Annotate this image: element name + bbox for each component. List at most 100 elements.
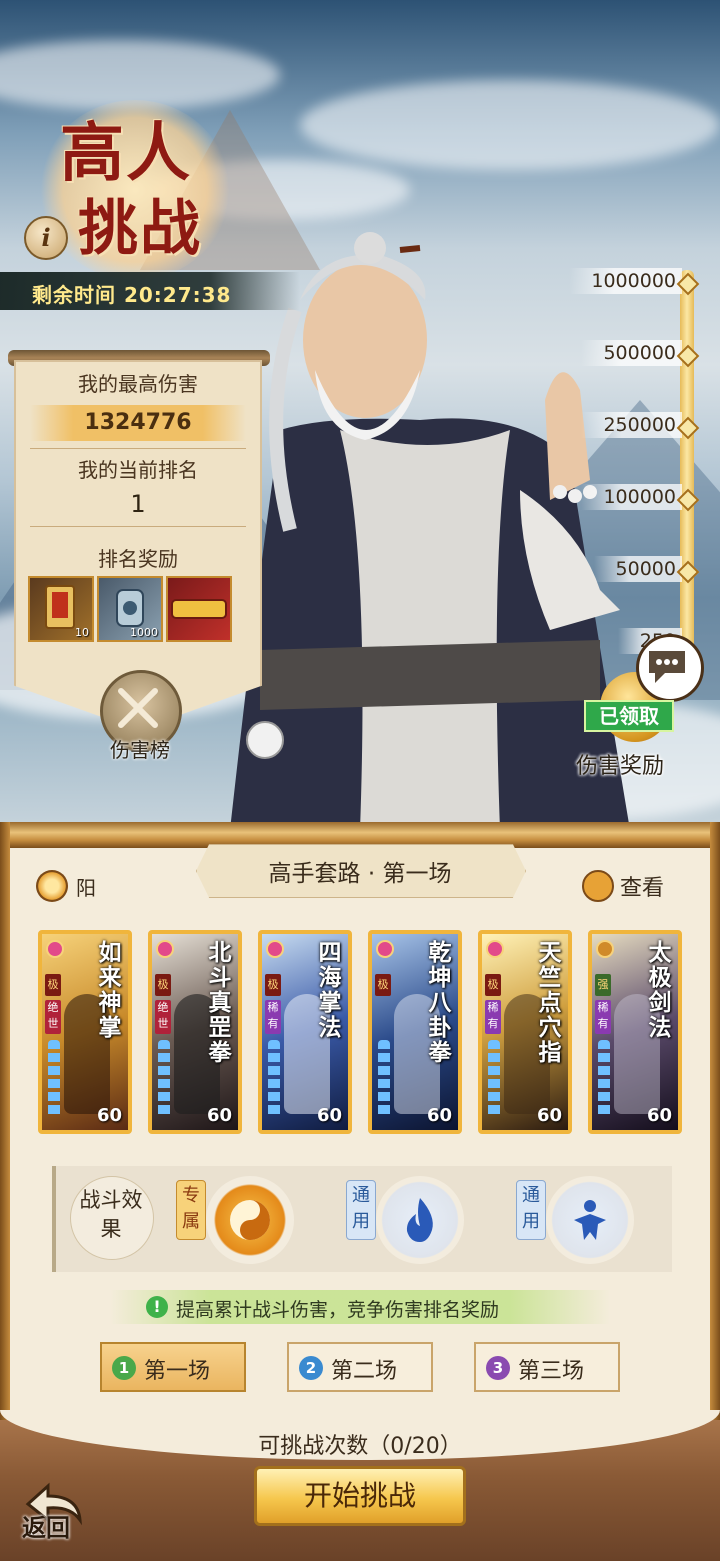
blue-flame-icon [406,1198,433,1242]
claimed-badge: 已领取 [584,700,674,732]
grade-badge: 强 [595,974,611,996]
general-effect-button-2[interactable] [546,1176,634,1264]
exclamation-icon: ! [146,1296,168,1318]
damage-reward-label[interactable]: 伤害奖励 [576,748,664,780]
rarity-badge: 稀有 [485,1000,501,1034]
attempts-remaining: 可挑战次数（0/20） [258,1434,462,1459]
rarity-badge: 稀有 [595,1000,611,1034]
stage-tab-label: 第一场 [144,1359,211,1384]
card-gem-icon [486,940,504,958]
skill-level: 60 [206,1105,232,1126]
grade-badge: 极 [155,974,171,996]
skill-name: 如来神掌 [98,939,122,1041]
skill-level: 60 [646,1105,672,1126]
grade-badge: 极 [265,974,281,996]
skill-card[interactable]: 乾坤八卦拳 极 60 [368,930,462,1134]
start-challenge-button[interactable]: 开始挑战 [254,1466,466,1526]
star-pips [268,1040,280,1118]
grade-badge: 极 [485,974,501,996]
damage-tick: 250000 [581,412,682,438]
damage-rank-label: 伤害榜 [110,738,170,762]
exclusive-tag: 专属 [176,1180,206,1240]
star-pips [48,1040,60,1118]
countdown-timer: 剩余时间 20:27:38 [32,283,232,307]
card-gem-icon [156,940,174,958]
magnifier-icon[interactable] [582,870,614,902]
skill-name: 北斗真罡拳 [208,939,232,1066]
skill-name: 太极剑法 [648,939,672,1041]
current-rank-value: 1 [130,490,146,518]
star-pips [378,1040,390,1118]
reward-scroll-item[interactable]: 10 [28,576,94,642]
card-gem-icon [266,940,284,958]
divider [30,526,246,527]
skill-card[interactable]: 如来神掌 极 绝世 60 [38,930,132,1134]
stage-tab-label: 第三场 [518,1359,585,1384]
divider [30,448,246,449]
skill-card[interactable]: 太极剑法 强 稀有 60 [588,930,682,1134]
stage-subtitle: 高手套路 · 第一场 [268,861,452,887]
stage-number-badge: 1 [112,1356,136,1380]
chat-button[interactable] [636,634,704,702]
info-icon[interactable]: i [24,216,68,260]
back-button-label[interactable]: 返回 [22,1508,70,1543]
skill-level: 60 [96,1105,122,1126]
reward-title-badge-item[interactable] [166,576,232,642]
sun-icon [36,870,68,902]
rarity-badge: 绝世 [45,1000,61,1034]
chat-bubble-icon [649,651,685,683]
stage-tab-3[interactable]: 3 第三场 [474,1342,620,1392]
skill-level: 60 [536,1105,562,1126]
damage-tick: 500000 [581,340,682,366]
damage-progress-track [680,270,694,690]
stage-number-badge: 3 [486,1356,510,1380]
damage-tick: 50000 [593,556,682,582]
card-gem-icon [596,940,614,958]
master-character-illustration [230,232,630,830]
reward-count: 1000 [130,626,158,639]
general-tag: 通用 [516,1180,546,1240]
panel-frame-left [0,822,10,1422]
exclusive-effect-button[interactable] [206,1176,294,1264]
best-damage-value: 1324776 [30,405,246,441]
best-damage-label: 我的最高伤害 [78,372,198,396]
card-gem-icon [46,940,64,958]
skill-name: 乾坤八卦拳 [428,939,452,1066]
panel-frame-right [710,822,720,1422]
title-badge-icon [171,599,227,619]
stage-number-badge: 2 [299,1356,323,1380]
skill-card[interactable]: 北斗真罡拳 极 绝世 60 [148,930,242,1134]
view-button[interactable]: 查看 [620,870,664,902]
general-effect-button-1[interactable] [376,1176,464,1264]
reward-jade-item[interactable]: 1000 [97,576,163,642]
reward-count: 10 [75,626,89,639]
current-rank-label: 我的当前排名 [78,458,198,482]
skill-name: 四海掌法 [318,939,342,1041]
battle-effects-label: 战斗效果 [79,1188,143,1241]
card-gem-icon [376,940,394,958]
spirit-figure-icon [574,1200,606,1240]
star-pips [488,1040,500,1118]
general-tag: 通用 [346,1180,376,1240]
skill-level: 60 [426,1105,452,1126]
element-label: 阳 [76,876,96,900]
grade-badge: 极 [45,974,61,996]
rank-reward-label: 排名奖励 [98,547,178,571]
event-title-line2: 挑战 [78,194,202,264]
stage-tab-label: 第二场 [331,1359,398,1384]
stage-tab-1[interactable]: 1 第一场 [100,1342,246,1392]
star-pips [598,1040,610,1118]
crossed-swords-icon [118,688,158,728]
rarity-badge: 稀有 [265,1000,281,1034]
skill-name: 天竺点穴指 [538,939,562,1066]
skill-card[interactable]: 四海掌法 极 稀有 60 [258,930,352,1134]
hint-text: 提高累计战斗伤害，竞争伤害排名奖励 [176,1299,500,1321]
rarity-badge: 绝世 [155,1000,171,1034]
star-pips [158,1040,170,1118]
stage-tab-2[interactable]: 2 第二场 [287,1342,433,1392]
grade-badge: 极 [375,974,391,996]
yin-yang-icon [230,1200,270,1240]
skill-level: 60 [316,1105,342,1126]
damage-tick: 100000 [581,484,682,510]
skill-card[interactable]: 天竺点穴指 极 稀有 60 [478,930,572,1134]
